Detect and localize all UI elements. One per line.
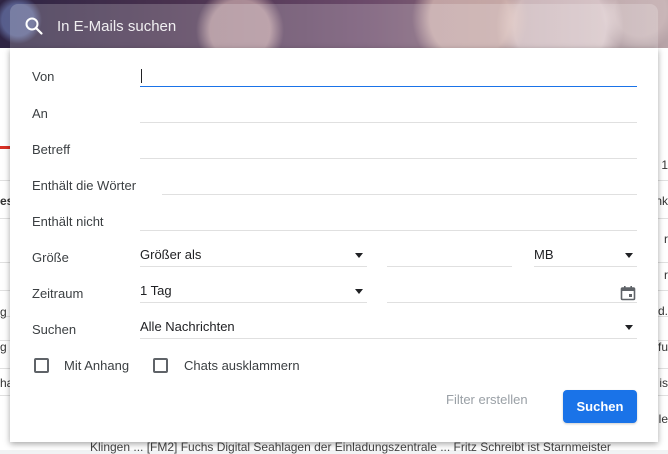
doesnt-have-field[interactable] (140, 208, 637, 231)
search-in-value: Alle Nachrichten (140, 319, 235, 334)
size-value-field[interactable] (387, 244, 512, 267)
has-attachment-label[interactable]: Mit Anhang (64, 358, 129, 373)
exclude-chats-label[interactable]: Chats ausklammern (184, 358, 300, 373)
background-text: r (664, 232, 668, 246)
background-text: 1 (661, 158, 668, 172)
background-text: g (0, 305, 7, 319)
active-indicator (0, 146, 10, 149)
doesnt-have-label: Enthält nicht (32, 214, 104, 229)
has-attachment-checkbox[interactable] (34, 358, 49, 373)
background-text: g (0, 340, 7, 354)
to-field[interactable] (140, 100, 637, 123)
create-filter-button[interactable]: Filter erstellen (446, 392, 528, 407)
has-words-field[interactable] (162, 172, 637, 195)
dropdown-arrow-icon (355, 253, 363, 258)
size-unit-select[interactable]: MB (534, 244, 637, 267)
size-label: Größe (32, 250, 69, 265)
calendar-icon[interactable] (620, 285, 636, 301)
date-range-select[interactable]: 1 Tag (140, 280, 367, 303)
size-operator-select[interactable]: Größer als (140, 244, 367, 267)
subject-field[interactable] (140, 136, 637, 159)
date-field[interactable] (387, 280, 637, 303)
search-in-label: Suchen (32, 322, 77, 337)
search-icon[interactable] (24, 16, 44, 36)
to-label: An (32, 106, 48, 121)
dropdown-arrow-icon (625, 325, 633, 330)
advanced-search-dialog: Von An Betreff Enthält die Wörter Enthäl… (10, 48, 658, 442)
size-unit-value: MB (534, 247, 554, 262)
has-words-label: Enthält die Wörter (32, 178, 137, 193)
dropdown-arrow-icon (355, 289, 363, 294)
background-text: d. (657, 304, 668, 318)
size-operator-value: Größer als (140, 247, 202, 262)
subject-label: Betreff (32, 142, 71, 157)
search-placeholder[interactable]: In E-Mails suchen (57, 18, 176, 35)
background-email-snippet: Klingen ... [FM2] Fuchs Digital Seahlage… (90, 440, 611, 454)
search-button[interactable]: Suchen (563, 390, 637, 423)
search-in-select[interactable]: Alle Nachrichten (140, 316, 637, 339)
mail-search-bar[interactable]: In E-Mails suchen (10, 4, 658, 48)
from-field[interactable] (140, 64, 637, 87)
background-text: r (664, 268, 668, 282)
date-range-label: Zeitraum (32, 286, 84, 301)
background-text: fu (657, 340, 668, 354)
text-cursor (141, 69, 142, 83)
exclude-chats-checkbox[interactable] (153, 358, 168, 373)
from-label: Von (32, 69, 55, 84)
date-range-value: 1 Tag (140, 283, 172, 298)
background-text: is (659, 376, 668, 390)
dropdown-arrow-icon (625, 253, 633, 258)
